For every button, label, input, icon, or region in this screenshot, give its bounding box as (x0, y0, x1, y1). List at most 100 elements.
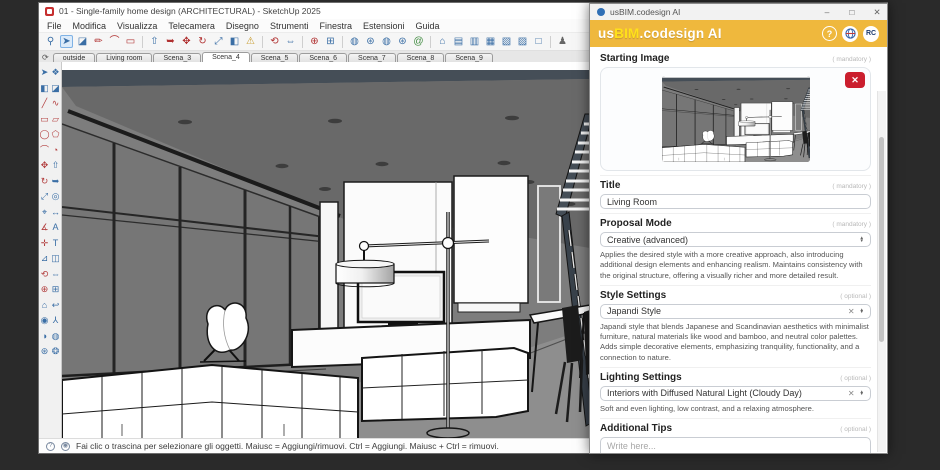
share-model-icon[interactable]: ◍ (348, 35, 361, 48)
offset-tool-icon[interactable]: ◎ (50, 189, 61, 205)
menu-strumenti[interactable]: Strumenti (270, 21, 309, 31)
zoom-extents-tool-icon[interactable]: ⌂ (39, 298, 50, 314)
close-button[interactable]: ✕ (867, 4, 887, 20)
select-tool-icon[interactable]: ➤ (39, 65, 50, 81)
maximize-button[interactable]: □ (842, 4, 862, 20)
view-iso-icon[interactable]: ⌂ (436, 35, 449, 48)
zoom-window-tool-icon[interactable]: ⊞ (50, 282, 61, 298)
protractor-tool-icon[interactable]: ∡ (39, 220, 50, 236)
line-tool-icon[interactable]: ╱ (39, 96, 50, 112)
position-camera-tool-icon[interactable]: ◉ (39, 313, 50, 329)
usbim-tool-1-tool-icon[interactable]: ◍ (50, 329, 61, 345)
menu-visualizza[interactable]: Visualizza (117, 21, 157, 31)
rotated-rectangle-tool-icon[interactable]: ▱ (50, 112, 61, 128)
menu-telecamera[interactable]: Telecamera (168, 21, 215, 31)
view-left-icon[interactable]: ▧ (500, 35, 513, 48)
scene-tab-scena_7[interactable]: Scena_7 (348, 53, 396, 62)
pie-tool-icon[interactable]: ◔ (50, 143, 61, 159)
view-top-icon[interactable]: ▤ (452, 35, 465, 48)
arc-icon[interactable]: ⌒ (108, 35, 121, 48)
text-tool-icon[interactable]: A (50, 220, 61, 236)
scrollbar-thumb[interactable] (879, 137, 884, 342)
orbit-tool-icon[interactable]: ⟲ (39, 267, 50, 283)
shapes-icon[interactable]: ▭ (124, 35, 137, 48)
scene-tab-outside[interactable]: outside (52, 53, 96, 62)
stepper-icon[interactable]: ▲ ▼ (860, 307, 864, 314)
help-button[interactable]: ? (822, 26, 837, 41)
export-model-icon[interactable]: ⊛ (364, 35, 377, 48)
scene-tab-scena_5[interactable]: Scena_5 (250, 53, 299, 62)
3d-text-tool-icon[interactable]: T (50, 236, 61, 252)
view-right-icon[interactable]: ▦ (484, 35, 497, 48)
usbim-tool-3-tool-icon[interactable]: ❂ (50, 344, 61, 360)
dimensions-tool-icon[interactable]: ↔ (50, 205, 61, 221)
pan-icon[interactable]: ⇔ (284, 35, 297, 48)
look-around-tool-icon[interactable]: ◑ (39, 329, 50, 345)
scene-tab-scena_9[interactable]: Scena_9 (445, 53, 493, 62)
move-tool-icon[interactable]: ✥ (39, 158, 50, 174)
additional-tips-input[interactable] (600, 437, 871, 453)
previous-view-tool-icon[interactable]: ↩ (50, 298, 61, 314)
tape-measure-tool-icon[interactable]: ⌖ (39, 205, 50, 221)
follow-me-tool-icon[interactable]: ➥ (50, 174, 61, 190)
panel-scrollbar[interactable] (877, 91, 886, 452)
language-globe-icon[interactable] (842, 25, 858, 42)
pan-tool-icon[interactable]: ⇔ (50, 267, 61, 283)
circle-tool-icon[interactable]: ◯ (39, 127, 50, 143)
help-icon[interactable]: ? (46, 441, 55, 451)
scene-tab-living-room[interactable]: Living room (96, 53, 153, 62)
geo-locate-icon[interactable]: @ (412, 35, 425, 48)
freehand-tool-icon[interactable]: ∿ (50, 96, 61, 112)
scale-icon[interactable]: ⤢ (212, 35, 225, 48)
follow-me-icon[interactable]: ➥ (164, 35, 177, 48)
stepper-icon[interactable]: ▲ ▼ (860, 389, 864, 396)
style-settings-select[interactable]: Japandi Style ✕ ▲ ▼ (600, 303, 871, 319)
user-avatar[interactable]: RC (863, 25, 879, 42)
zoom-icon[interactable]: ⊕ (308, 35, 321, 48)
eraser-tool-icon[interactable]: ◪ (50, 81, 61, 97)
clear-icon[interactable]: ✕ (848, 307, 855, 316)
view-back-icon[interactable]: ▨ (516, 35, 529, 48)
proposal-mode-select[interactable]: Creative (advanced) ▲ ▼ (600, 232, 871, 247)
human-figure-icon[interactable]: ♟ (556, 35, 569, 48)
move-icon[interactable]: ✥ (180, 35, 193, 48)
stepper-icon[interactable]: ▲ ▼ (860, 235, 864, 242)
download-model-icon[interactable]: ⊛ (396, 35, 409, 48)
remove-image-button[interactable]: ✕ (845, 72, 865, 88)
polygon-tool-icon[interactable]: ⬠ (50, 127, 61, 143)
usbim-titlebar[interactable]: usBIM.codesign AI – □ ✕ (590, 4, 887, 20)
geolocation-icon[interactable]: ◉ (61, 441, 70, 451)
menu-modifica[interactable]: Modifica (73, 21, 107, 31)
select-icon[interactable]: ➤ (60, 35, 73, 48)
push-pull-icon[interactable]: ⇧ (148, 35, 161, 48)
walk-tool-icon[interactable]: ⅄ (50, 313, 61, 329)
section-display-tool-icon[interactable]: ◫ (50, 251, 61, 267)
scene-tab-scena_4[interactable]: Scena_4 (202, 52, 250, 62)
paint-icon[interactable]: ◧ (228, 35, 241, 48)
title-input[interactable]: Living Room (600, 194, 871, 209)
lighting-settings-select[interactable]: Interiors with Diffused Natural Light (C… (600, 385, 871, 401)
rotate-icon[interactable]: ↻ (196, 35, 209, 48)
view-front-icon[interactable]: ▥ (468, 35, 481, 48)
menu-guida[interactable]: Guida (416, 21, 440, 31)
paint-bucket-tool-icon[interactable]: ◧ (39, 81, 50, 97)
arc-tool-icon[interactable]: ⌒ (39, 143, 50, 159)
rectangle-tool-icon[interactable]: ▭ (39, 112, 50, 128)
menu-finestra[interactable]: Finestra (319, 21, 352, 31)
scale-tool-icon[interactable]: ⤢ (39, 189, 50, 205)
zoom-tool-icon[interactable]: ⊕ (39, 282, 50, 298)
menu-estensioni[interactable]: Estensioni (363, 21, 405, 31)
scene-tab-scena_3[interactable]: Scena_3 (153, 53, 202, 62)
view-bottom-icon[interactable]: □ (532, 35, 545, 48)
section-plane-tool-icon[interactable]: ⊿ (39, 251, 50, 267)
make-component-tool-icon[interactable]: ❖ (50, 65, 61, 81)
clear-icon[interactable]: ✕ (848, 389, 855, 398)
menu-disegno[interactable]: Disegno (226, 21, 259, 31)
import-model-icon[interactable]: ◍ (380, 35, 393, 48)
axes-tool-icon[interactable]: ✛ (39, 236, 50, 252)
eraser-icon[interactable]: ◪ (76, 35, 89, 48)
scene-tab-scena_8[interactable]: Scena_8 (396, 53, 445, 62)
usbim-tool-2-tool-icon[interactable]: ⊛ (39, 344, 50, 360)
rotate-tool-icon[interactable]: ↻ (39, 174, 50, 190)
push-pull-tool-icon[interactable]: ⇧ (50, 158, 61, 174)
